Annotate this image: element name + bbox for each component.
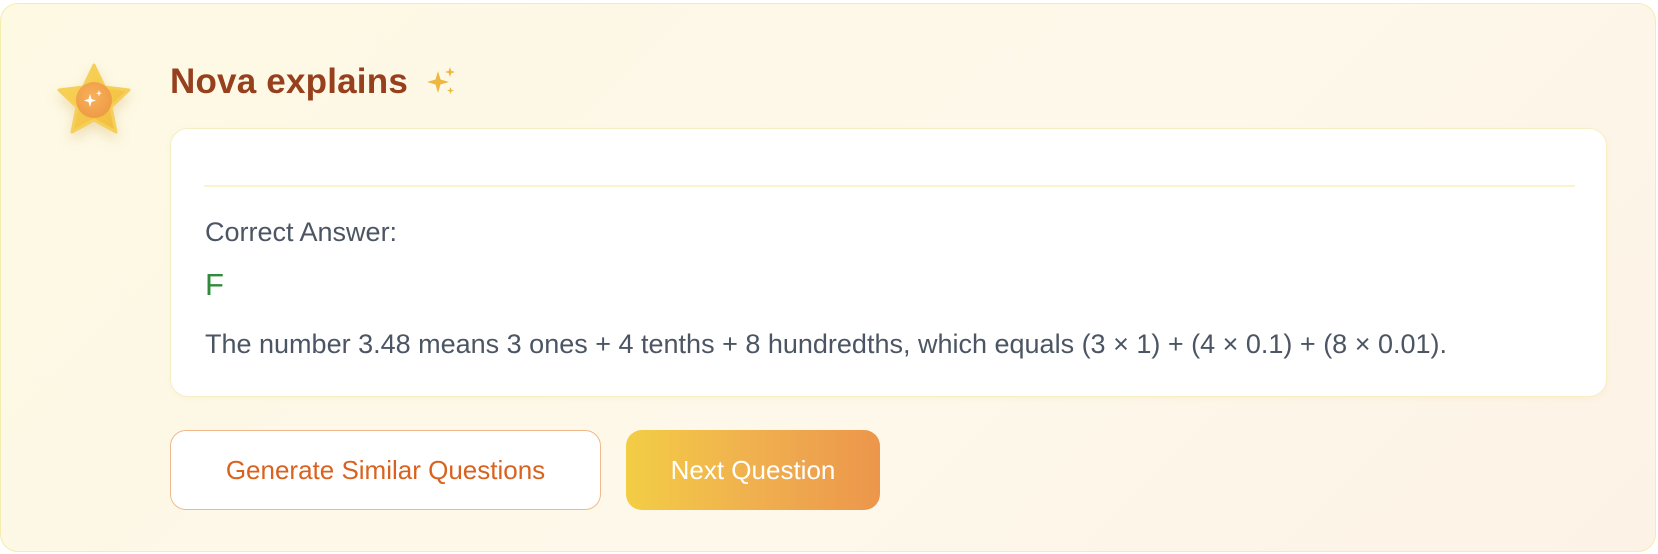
next-question-button[interactable]: Next Question <box>626 430 880 510</box>
generate-similar-questions-button[interactable]: Generate Similar Questions <box>170 430 601 510</box>
answer-panel: Correct Answer: F The number 3.48 means … <box>170 128 1607 397</box>
header-row: Nova explains <box>170 60 458 104</box>
sparkles-icon <box>424 65 458 99</box>
panel-title: Nova explains <box>170 62 408 101</box>
correct-answer-value: F <box>205 267 224 302</box>
answer-explanation: The number 3.48 means 3 ones + 4 tenths … <box>205 329 1448 359</box>
nova-avatar-star-icon <box>54 62 134 142</box>
explanation-card: Nova explains Correct Answer: F The numb… <box>0 3 1656 552</box>
correct-answer-label: Correct Answer: <box>205 217 398 247</box>
panel-divider <box>204 185 1575 187</box>
